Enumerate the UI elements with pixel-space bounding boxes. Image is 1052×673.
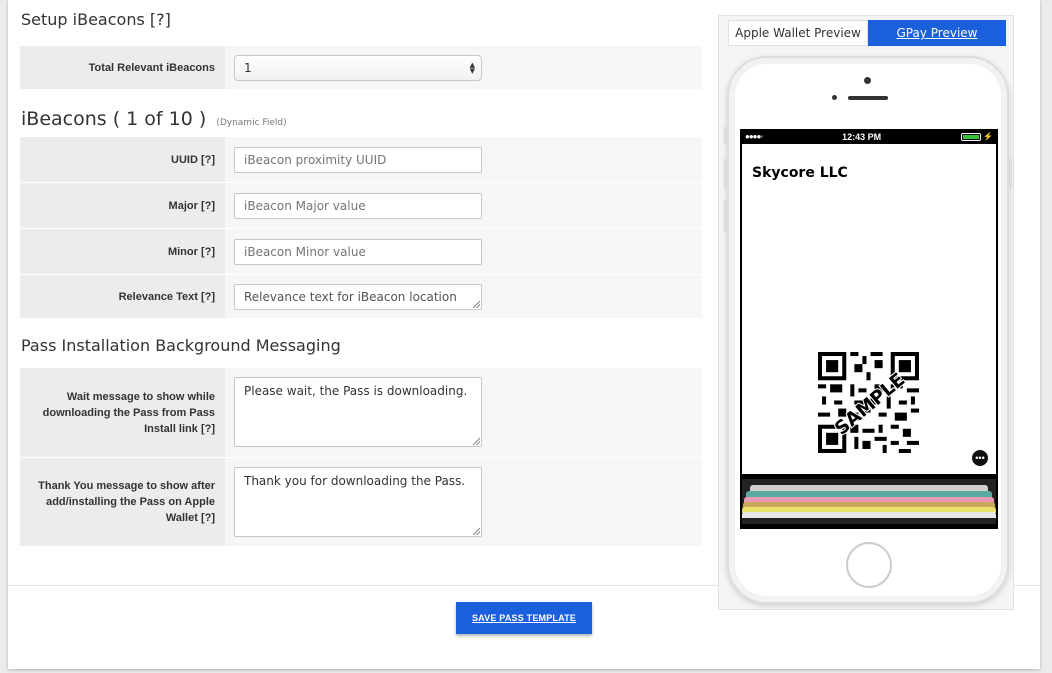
wait-message-textarea[interactable]: Please wait, the Pass is downloading. [234,377,482,447]
relevance-placeholder: Relevance text for iBeacon location [244,290,457,304]
uuid-label-text: UUID [171,153,198,166]
uuid-row: UUID [?] [20,137,702,183]
thanks-help-link[interactable]: [?] [201,512,215,524]
relevance-label: Relevance Text [?] [20,275,225,318]
major-row: Major [?] [20,183,702,229]
phone-mockup: ●●●●◦ 12:43 PM ⚡ Skycore LLC SAMPLE ••• [724,56,1012,604]
wallet-pass-stack [742,479,996,524]
thanks-message-label-wrap: Thank You message to show after add/inst… [35,478,215,526]
phone-power-button [1009,158,1012,190]
wait-message-row: Wait message to show while downloading t… [20,368,702,458]
pass-title: Skycore LLC [752,165,848,181]
resize-grip-icon[interactable] [473,301,480,308]
minor-label: Minor [?] [20,229,225,274]
phone-camera-icon [864,77,871,84]
minor-row: Minor [?] [20,229,702,275]
ibeacons-heading: iBeacons ( 1 of 10 ) (Dynamic Field) [21,108,287,130]
minor-label-text: Minor [167,245,198,258]
uuid-input[interactable] [234,147,482,173]
messaging-heading: Pass Installation Background Messaging [21,336,341,355]
relevance-textarea[interactable]: Relevance text for iBeacon location [234,284,482,310]
tab-apple-wallet-preview[interactable]: Apple Wallet Preview [728,20,868,46]
qr-code: SAMPLE [818,352,919,453]
ellipsis-icon[interactable]: ••• [972,450,988,466]
relevance-row: Relevance Text [?] Relevance text for iB… [20,275,702,319]
battery-level [963,134,980,139]
relevance-help-link[interactable]: [?] [201,289,215,305]
wait-message-label: Wait message to show while downloading t… [20,368,225,457]
total-ibeacons-row: Total Relevant iBeacons 1 ▲ ▼ [20,46,702,90]
wait-message-label-wrap: Wait message to show while downloading t… [35,389,215,437]
phone-speaker-icon [848,96,888,100]
setup-heading: Setup iBeacons [?] [21,10,171,29]
uuid-help-link[interactable]: [?] [201,152,215,168]
signal-icon: ●●●●◦ [745,132,763,141]
total-ibeacons-select[interactable]: 1 ▲ ▼ [234,55,482,81]
thanks-message-label: Thank You message to show after add/inst… [20,458,225,546]
phone-sensor-icon [832,95,837,100]
total-ibeacons-value: 1 [244,61,252,75]
total-ibeacons-label: Total Relevant iBeacons [20,46,225,89]
major-label: Major [?] [20,183,225,228]
main-card: Setup iBeacons [?] Total Relevant iBeaco… [8,0,1040,669]
resize-grip-icon[interactable] [473,528,480,535]
select-arrows-icon: ▲ ▼ [469,61,475,75]
phone-volume-up [724,158,727,190]
uuid-label: UUID [?] [20,137,225,182]
wait-message-value: Please wait, the Pass is downloading. [244,384,468,398]
battery-group: ⚡ [961,132,993,141]
phone-mute-switch [724,126,727,144]
pass-preview-panel: Apple Wallet Preview GPay Preview ●●●●◦ … [718,15,1014,610]
stacked-pass [742,512,996,518]
ibeacons-heading-text: iBeacons ( 1 of 10 ) [21,108,207,130]
wallet-pass-card[interactable]: Skycore LLC SAMPLE ••• [742,144,996,474]
tab-gpay-preview[interactable]: GPay Preview [868,20,1006,46]
resize-grip-icon[interactable] [473,438,480,445]
status-bar: ●●●●◦ 12:43 PM ⚡ [740,129,998,144]
major-help-link[interactable]: [?] [201,198,215,214]
thanks-message-textarea[interactable]: Thank you for downloading the Pass. [234,467,482,537]
thanks-message-label-text: Thank You message to show after add/inst… [38,480,215,524]
charging-bolt-icon: ⚡ [983,132,993,141]
save-pass-template-button[interactable]: SAVE PASS TEMPLATE [456,602,592,634]
preview-tabs: Apple Wallet Preview GPay Preview [728,20,1006,46]
thanks-message-value: Thank you for downloading the Pass. [244,474,466,488]
phone-home-button [846,542,892,588]
minor-input[interactable] [234,239,482,265]
phone-screen: ●●●●◦ 12:43 PM ⚡ Skycore LLC SAMPLE ••• [740,129,998,529]
thanks-message-row: Thank You message to show after add/inst… [20,458,702,547]
battery-icon [961,132,982,141]
dynamic-field-note: (Dynamic Field) [216,118,287,128]
major-label-text: Major [168,199,198,212]
phone-volume-down [724,200,727,232]
status-time: 12:43 PM [842,131,882,142]
major-input[interactable] [234,193,482,219]
wait-help-link[interactable]: [?] [201,423,215,435]
wait-message-label-text: Wait message to show while downloading t… [42,390,215,435]
minor-help-link[interactable]: [?] [201,244,215,260]
relevance-label-text: Relevance Text [118,290,198,303]
